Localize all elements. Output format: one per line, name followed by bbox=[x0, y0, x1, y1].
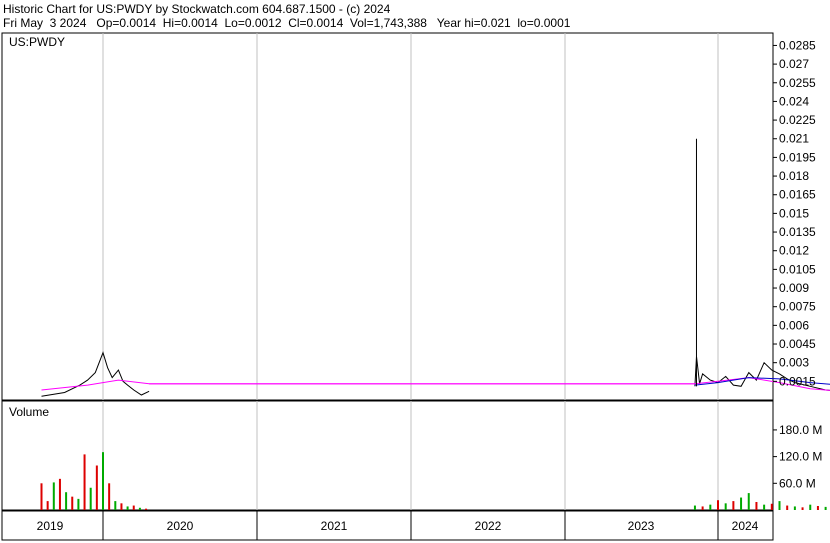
price-tick-label: 0.0195 bbox=[779, 150, 816, 164]
x-tick-label: 2023 bbox=[628, 519, 655, 533]
volume-bar bbox=[46, 501, 49, 510]
volume-layer bbox=[40, 452, 827, 510]
volume-bar bbox=[132, 505, 135, 510]
price-tick-label: 0.0285 bbox=[779, 38, 816, 52]
volume-bar bbox=[58, 478, 61, 510]
volume-bar bbox=[114, 501, 117, 510]
volume-panel-frame bbox=[1, 400, 774, 511]
price-tick-label: 0.009 bbox=[779, 281, 809, 295]
x-tick-label: 2019 bbox=[37, 519, 64, 533]
x-tick-label: 2020 bbox=[167, 519, 194, 533]
price-tick-label: 0.0075 bbox=[779, 300, 816, 314]
grid-layer bbox=[102, 33, 719, 540]
volume-bar bbox=[52, 482, 55, 510]
stock-chart: 0.0285 0.027 0.0255 0.024 0.0225 0.021 0.0195 0… bbox=[1, 32, 830, 541]
price-tick-label: 0.027 bbox=[779, 57, 809, 71]
price-tick-label: 0.0045 bbox=[779, 337, 816, 351]
volume-bar bbox=[126, 506, 129, 510]
price-tick-label: 0.024 bbox=[779, 94, 809, 108]
volume-bar bbox=[809, 504, 812, 510]
price-line bbox=[41, 351, 150, 397]
price-tick-label: 0.0015 bbox=[779, 374, 816, 388]
volume-bar bbox=[701, 506, 704, 510]
price-tick-label: 0.018 bbox=[779, 169, 809, 183]
price-tick-label: 0.0165 bbox=[779, 188, 816, 202]
volume-bar bbox=[755, 501, 758, 510]
price-tick-label: 0.015 bbox=[779, 206, 809, 220]
volume-bar bbox=[40, 483, 43, 510]
volume-tick-label: 180.0 M bbox=[779, 423, 822, 437]
volume-bar bbox=[120, 503, 123, 510]
price-panel-frame bbox=[1, 32, 774, 401]
volume-bar bbox=[65, 492, 68, 510]
moving-average-long-line bbox=[41, 377, 830, 391]
price-tick-label: 0.0255 bbox=[779, 76, 816, 90]
volume-bar bbox=[693, 505, 696, 510]
volume-bar bbox=[801, 507, 804, 510]
price-tick-label: 0.006 bbox=[779, 318, 809, 332]
volume-bar bbox=[717, 500, 719, 510]
volume-bar bbox=[89, 487, 92, 510]
volume-bar bbox=[793, 506, 796, 510]
volume-bar bbox=[145, 508, 148, 510]
volume-bar bbox=[740, 497, 743, 510]
volume-bar bbox=[824, 506, 827, 510]
volume-bar bbox=[816, 505, 819, 510]
price-tick-label: 0.0225 bbox=[779, 113, 816, 127]
volume-tick-label: 60.0 M bbox=[779, 476, 816, 490]
volume-bar bbox=[102, 452, 104, 510]
x-axis-strip bbox=[1, 510, 774, 541]
volume-bar bbox=[95, 465, 98, 510]
volume-bar bbox=[77, 498, 80, 510]
volume-tick-label: 120.0 M bbox=[779, 450, 822, 464]
price-panel-title: US:PWDY bbox=[9, 35, 65, 49]
volume-bar bbox=[786, 505, 789, 510]
axis-layer: 0.0285 0.027 0.0255 0.024 0.0225 0.021 0.0195 0… bbox=[37, 38, 823, 533]
volume-bar bbox=[138, 507, 141, 510]
price-tick-label: 0.0105 bbox=[779, 262, 816, 276]
price-tick-label: 0.0135 bbox=[779, 225, 816, 239]
volume-bar bbox=[108, 483, 111, 510]
volume-bar bbox=[763, 504, 766, 510]
volume-bar bbox=[83, 454, 86, 510]
volume-bar bbox=[724, 503, 727, 510]
volume-bar bbox=[709, 504, 712, 510]
x-tick-label: 2021 bbox=[321, 519, 348, 533]
volume-bar bbox=[732, 501, 735, 510]
volume-bar bbox=[770, 503, 773, 510]
volume-bar bbox=[71, 496, 74, 510]
volume-bar bbox=[747, 493, 750, 510]
price-tick-label: 0.003 bbox=[779, 356, 809, 370]
price-layer bbox=[41, 138, 830, 397]
volume-bar bbox=[778, 501, 781, 510]
price-tick-label: 0.012 bbox=[779, 244, 809, 258]
price-tick-label: 0.021 bbox=[779, 132, 809, 146]
x-tick-label: 2024 bbox=[732, 519, 759, 533]
volume-panel-title: Volume bbox=[9, 405, 49, 419]
x-tick-label: 2022 bbox=[475, 519, 502, 533]
